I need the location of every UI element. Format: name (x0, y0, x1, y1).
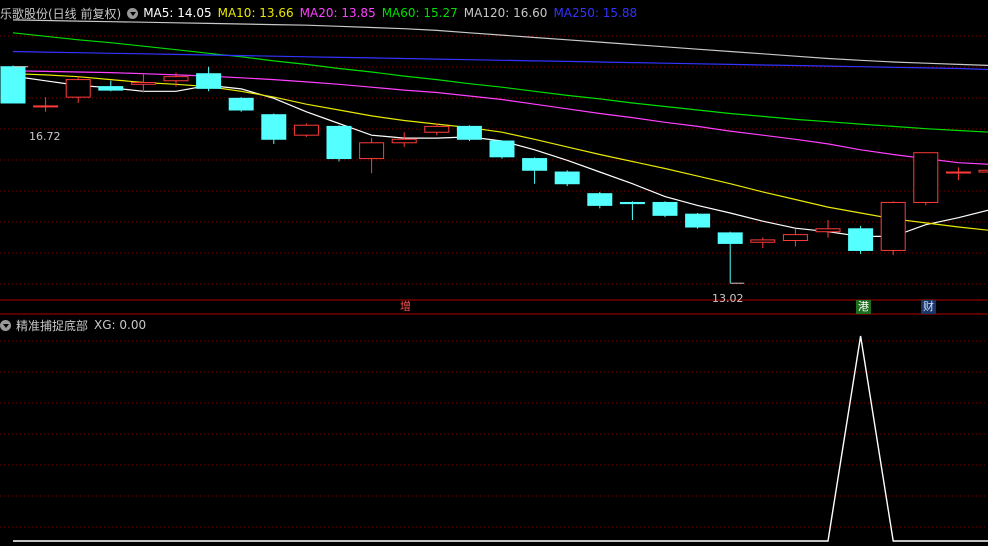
candle-up (130, 82, 156, 85)
event-tag-cai[interactable]: 财 (921, 300, 936, 314)
chevron-down-icon[interactable] (0, 319, 11, 331)
ma60-label: MA60: 15.27 (381, 6, 458, 20)
chevron-down-icon[interactable] (127, 7, 139, 19)
event-tag-zeng[interactable]: 增 (398, 300, 413, 314)
ma20-label: MA20: 13.85 (299, 6, 376, 20)
candle-down (98, 86, 124, 91)
candle-down (848, 228, 874, 251)
ma10-label: MA10: 13.66 (217, 6, 294, 20)
candle-up (65, 79, 91, 98)
ma-line-ma120 (12, 19, 988, 66)
candle-up (750, 239, 776, 243)
candle-down (261, 114, 287, 140)
ma-line-ma60 (12, 32, 988, 133)
candle-down (228, 97, 254, 111)
candle-down (522, 158, 548, 171)
candle-down (587, 193, 613, 206)
candle-up (163, 76, 189, 82)
candle-up (815, 228, 841, 233)
candle-up (33, 105, 59, 108)
candle-down (685, 213, 711, 228)
candle-down (554, 171, 580, 185)
candle-down (619, 201, 645, 205)
candle-down (717, 232, 743, 244)
candle-down (489, 140, 515, 158)
stock-title: 乐歌股份(日线 前复权) (0, 6, 122, 21)
candle-up (424, 125, 450, 133)
main-header: 乐歌股份(日线 前复权) MA5: 14.05 MA10: 13.66 MA20… (0, 4, 643, 22)
candle-up (880, 201, 906, 251)
candle-up (359, 142, 385, 160)
indicator-value: XG: 0.00 (94, 318, 147, 332)
indicator-name: 精准捕捉底部 (16, 318, 89, 333)
candle-up (913, 152, 939, 203)
candle-up (391, 138, 417, 144)
candle-down (0, 66, 26, 104)
ma120-label: MA120: 16.60 (463, 6, 548, 20)
indicator-line-xg (13, 335, 988, 542)
candle-up (782, 234, 808, 241)
low-price-label: 13.02 (712, 292, 744, 305)
high-price-label: 16.72 (29, 130, 61, 143)
candle-down (652, 201, 678, 216)
candle-up (978, 169, 988, 173)
ma5-label: MA5: 14.05 (143, 6, 212, 20)
candle-down (196, 73, 222, 89)
indicator-header: 精准捕捉底部 XG: 0.00 (0, 316, 152, 334)
stock-chart[interactable] (0, 0, 988, 546)
candle-up (945, 171, 971, 174)
candle-up (293, 124, 319, 136)
ma250-label: MA250: 15.88 (553, 6, 638, 20)
event-tag-gang[interactable]: 港 (856, 300, 871, 314)
candle-down (456, 125, 482, 140)
candle-down (326, 125, 352, 160)
